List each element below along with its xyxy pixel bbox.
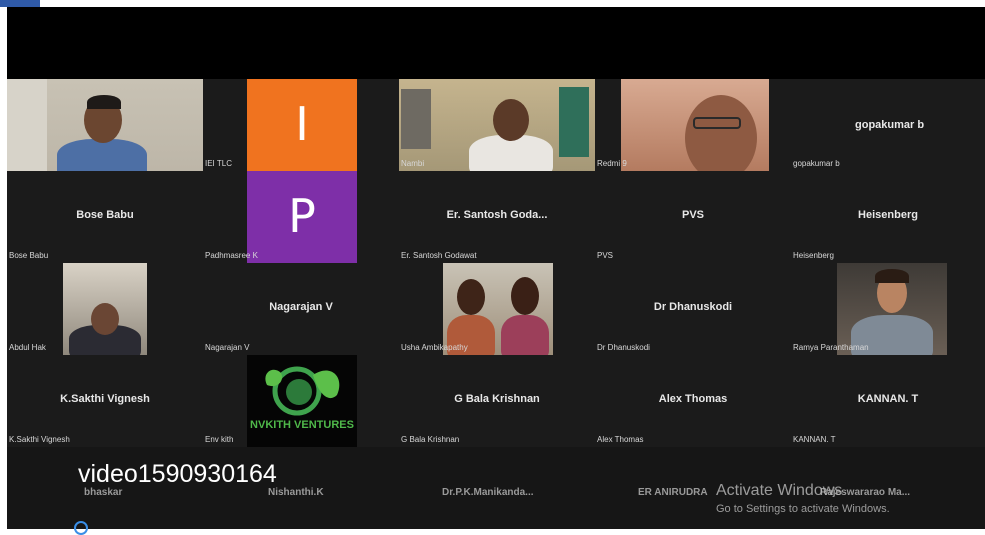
participant-tile-usha[interactable]: Usha Ambikapathy [399, 263, 595, 355]
video-id-overlay: video1590930164 [78, 460, 277, 488]
logo-text: NVKITH VENTURES [250, 419, 354, 431]
participant-tile-abdul-hak[interactable]: Abdul Hak [7, 263, 203, 355]
avatar-orange: I [247, 79, 357, 171]
circle-icon [74, 521, 88, 535]
participant-label: Alex Thomas [597, 435, 644, 444]
participant-name: Bose Babu [76, 209, 134, 221]
activate-windows-title: Activate Windows [716, 482, 843, 499]
top-bar [7, 7, 985, 79]
corner-badge [0, 0, 40, 7]
video-feed [621, 79, 769, 171]
participant-label: Bose Babu [9, 251, 49, 260]
participant-tile-heisenberg[interactable]: Heisenberg Heisenberg [791, 171, 985, 263]
participant-label: PVS [597, 251, 614, 260]
participant-tile-iei-tlc[interactable] [7, 79, 203, 171]
participant-tile-nagarajan[interactable]: Nagarajan V Nagarajan V [203, 263, 399, 355]
video-feed [399, 79, 595, 171]
person-shirt [57, 139, 147, 171]
leaf-globe-logo-icon [265, 366, 340, 416]
participant-tile-ramya[interactable]: Ramya Paranthaman [791, 263, 985, 355]
participant-label: Dr Dhanuskodi [597, 343, 650, 352]
person-hair [87, 95, 121, 109]
participant-name: Dr Dhanuskodi [653, 301, 733, 313]
background-door [559, 87, 589, 157]
participant-tile-santosh[interactable]: Er. Santosh Goda... Er. Santosh Godawat [399, 171, 595, 263]
participant-label: IEI TLC [205, 159, 232, 168]
participant-tile-pvs[interactable]: PVS PVS [595, 171, 791, 263]
activate-windows-subtitle: Go to Settings to activate Windows. [716, 503, 890, 515]
participant-name: G Bala Krishnan [454, 393, 540, 405]
logo-feed: NVKITH VENTURES [247, 355, 357, 447]
participant-label: Env kith [205, 435, 234, 444]
participant-label: gopakumar b [793, 159, 840, 168]
participant-name: Alex Thomas [658, 393, 728, 405]
participant-tile-avatar-top[interactable]: I [247, 79, 357, 171]
meeting-window: IEI TLC I Nambi Redmi 9 gopakumar b gopa… [7, 7, 985, 529]
video-feed [7, 79, 203, 171]
participant-label: Nagarajan V [205, 343, 250, 352]
participant-label: Nambi [401, 159, 425, 168]
participant-tile-bose-babu[interactable]: Bose Babu Bose Babu [7, 171, 203, 263]
participant-name: Heisenberg [858, 209, 918, 221]
video-feed [63, 263, 147, 355]
participant-tile-envkith[interactable]: NVKITH VENTURES Env kith [203, 355, 399, 447]
participant-tile-alex[interactable]: Alex Thomas Alex Thomas [595, 355, 791, 447]
video-feed [837, 263, 947, 355]
participant-label: Ramya Paranthaman [793, 343, 869, 352]
person-head [91, 303, 119, 335]
participant-label: Er. Santosh Godawat [401, 251, 477, 260]
participant-name: gopakumar b [855, 119, 925, 131]
person-head [685, 95, 757, 171]
person-left-head [457, 279, 485, 315]
participant-label: G Bala Krishnan [401, 435, 460, 444]
avatar-letter-i: I [295, 97, 309, 151]
participant-name: PVS [681, 209, 704, 221]
participant-name: Er. Santosh Goda... [446, 209, 548, 221]
wall-panel [7, 79, 47, 171]
participant-name: KANNAN. T [857, 393, 919, 405]
participant-label: Redmi 9 [597, 159, 627, 168]
person-hair [875, 269, 909, 283]
participant-tile-dhanuskodi[interactable]: Dr Dhanuskodi Dr Dhanuskodi [595, 263, 791, 355]
participant-label: Abdul Hak [9, 343, 46, 352]
avatar-letter-p: P [288, 189, 316, 243]
participant-label: K.Sakthi Vignesh [9, 435, 70, 444]
glasses [693, 117, 741, 129]
participant-tile-padhmasree[interactable]: P Padhmasree K [203, 171, 399, 263]
participant-tile-kannan[interactable]: KANNAN. T KANNAN. T [791, 355, 985, 447]
participant-label: Heisenberg [793, 251, 834, 260]
avatar-purple: P [247, 171, 357, 263]
participant-label: KANNAN. T [793, 435, 836, 444]
participant-name: Nagarajan V [269, 301, 333, 313]
participant-label: Usha Ambikapathy [401, 343, 468, 352]
participant-tile-redmi[interactable]: Redmi 9 [595, 79, 791, 171]
person-right-head [511, 277, 539, 315]
participant-tile-sakthi[interactable]: K.Sakthi Vignesh K.Sakthi Vignesh [7, 355, 203, 447]
participant-label: Padhmasree K [205, 251, 258, 260]
participant-tile-nambi[interactable]: Nambi [399, 79, 595, 171]
participant-name-anirudra[interactable]: ER ANIRUDRA [638, 487, 708, 498]
video-feed [443, 263, 553, 355]
person-right-saree [501, 315, 549, 355]
person-head [493, 99, 529, 141]
participant-tile-bala[interactable]: G Bala Krishnan G Bala Krishnan [399, 355, 595, 447]
participant-name-manikanda[interactable]: Dr.P.K.Manikanda... [442, 487, 534, 498]
participant-tile-gopakumar[interactable]: gopakumar b gopakumar b [791, 79, 985, 171]
participant-name: K.Sakthi Vignesh [60, 393, 150, 405]
background-window [401, 89, 431, 149]
